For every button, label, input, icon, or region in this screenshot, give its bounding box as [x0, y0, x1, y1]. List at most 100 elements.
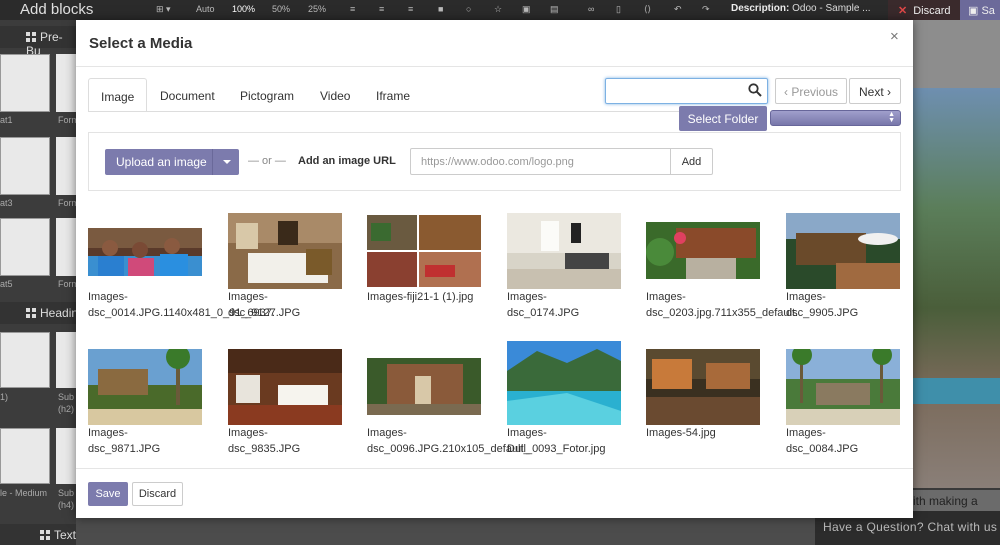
previous-page-button[interactable]: ‹ Previous	[775, 78, 847, 104]
search-icon[interactable]	[748, 83, 762, 97]
tabs-divider	[88, 111, 681, 112]
image-caption: Images-54.jpg	[646, 427, 716, 439]
snippet-label: at3	[0, 198, 13, 208]
tab-document[interactable]: Document	[148, 78, 227, 112]
upload-options-dropdown[interactable]	[212, 149, 239, 175]
grid-icon	[40, 530, 50, 540]
align-left-icon[interactable]: ≡	[350, 4, 355, 14]
image-thumbnail[interactable]	[367, 215, 481, 287]
image-icon[interactable]: ▣	[522, 4, 531, 15]
editor-discard-button[interactable]: ✕ Discard	[888, 0, 960, 20]
section-prebuilt[interactable]: Pre-Bu	[0, 26, 76, 58]
image-caption: Images-	[786, 291, 826, 303]
image-thumbnail[interactable]	[646, 222, 760, 279]
search-input[interactable]	[606, 79, 742, 103]
modal-footer: Save Discard	[76, 468, 913, 518]
grid-icon[interactable]: ⊞ ▾	[156, 4, 171, 15]
image-thumbnail[interactable]	[507, 341, 621, 425]
snippet-thumb[interactable]	[56, 218, 76, 276]
close-icon: ✕	[898, 5, 908, 17]
snippet-thumb[interactable]	[0, 54, 50, 112]
image-caption: Images-	[367, 427, 407, 439]
zoom-auto[interactable]: Auto	[196, 4, 215, 14]
image-thumbnail[interactable]	[786, 213, 900, 289]
select-folder-button[interactable]: Select Folder	[679, 106, 767, 131]
image-caption: dsc_0203.jpg.711x355_default.	[646, 307, 799, 319]
or-separator: — or —	[248, 155, 286, 167]
image-thumbnail[interactable]	[786, 349, 900, 425]
image-thumbnail[interactable]	[228, 349, 342, 425]
editor-title: Add blocks	[20, 1, 94, 18]
image-caption: dsc_9871.JPG	[88, 443, 161, 455]
snippet-thumb[interactable]	[56, 332, 76, 388]
preview-header	[913, 20, 1000, 88]
preview-photo	[913, 88, 1000, 488]
zoom-100[interactable]: 100%	[232, 4, 255, 14]
editor-toolbar: Add blocks ⊞ ▾ Auto 100% 50% 25% ≡ ≡ ≡ ■…	[0, 0, 1000, 20]
snippets-panel: Pre-Bu at1 Form at3 Form at5 Form Headin…	[0, 20, 79, 545]
seo-description[interactable]: Description: Odoo - Sample ...	[731, 3, 871, 14]
image-thumbnail[interactable]	[646, 349, 760, 425]
image-caption: dsc_9905.JPG	[786, 307, 859, 319]
align-center-icon[interactable]: ≡	[379, 4, 384, 14]
tab-iframe[interactable]: Iframe	[364, 78, 422, 112]
save-icon: ▣	[968, 5, 982, 17]
section-headings[interactable]: Headin	[0, 302, 78, 324]
description-label: Description:	[731, 3, 790, 14]
image-thumbnail[interactable]	[507, 213, 621, 289]
snippet-label: at5	[0, 279, 13, 289]
star-icon[interactable]: ☆	[494, 4, 502, 15]
snippet-label: le - Medium	[0, 488, 48, 498]
redo-icon[interactable]: ↷	[702, 4, 710, 15]
search-box[interactable]	[605, 78, 768, 104]
snippet-thumb[interactable]	[0, 332, 50, 388]
image-thumbnail[interactable]	[88, 349, 202, 425]
image-grid: Images- dsc_0014.JPG.1140x481_0_91_6937.…	[76, 205, 913, 468]
image-caption: dsc_0174.JPG	[507, 307, 580, 319]
image-caption: Images-	[88, 291, 128, 303]
modal-header: Select a Media ×	[76, 20, 913, 67]
align-right-icon[interactable]: ≡	[408, 4, 413, 14]
section-label: Text	[54, 528, 77, 542]
tab-pictogram[interactable]: Pictogram	[228, 78, 306, 112]
zoom-50[interactable]: 50%	[272, 4, 290, 14]
discard-button[interactable]: Discard	[132, 482, 183, 506]
film-icon[interactable]: ▤	[550, 4, 559, 15]
image-caption: dsc_9835.JPG	[228, 443, 301, 455]
code-icon[interactable]: ⟨⟩	[644, 4, 651, 15]
snippet-thumb[interactable]	[56, 54, 76, 112]
add-url-button[interactable]: Add	[670, 148, 713, 175]
save-button[interactable]: Save	[88, 482, 128, 506]
close-button[interactable]: ×	[890, 28, 899, 45]
square-icon[interactable]: ■	[438, 4, 443, 14]
snippet-label: Sub	[58, 488, 75, 498]
image-caption: Images-	[786, 427, 826, 439]
image-thumbnail[interactable]	[228, 213, 342, 289]
image-caption: Images-	[507, 291, 547, 303]
snippet-thumb[interactable]	[0, 137, 50, 195]
preview-pool	[913, 378, 1000, 404]
save-label: Sa	[981, 5, 995, 17]
file-icon[interactable]: ▯	[616, 4, 621, 15]
image-caption: Dull_0093_Fotor.jpg	[507, 443, 606, 455]
editor-save-button[interactable]: ▣ Sa	[960, 0, 1000, 20]
image-url-input[interactable]	[410, 148, 671, 175]
zoom-25[interactable]: 25%	[308, 4, 326, 14]
undo-icon[interactable]: ↶	[674, 4, 682, 15]
page-preview: ith making a	[913, 20, 1000, 545]
circle-icon[interactable]: ○	[466, 4, 471, 14]
tab-image[interactable]: Image	[88, 78, 148, 112]
section-text[interactable]: Text	[0, 524, 76, 545]
tab-video[interactable]: Video	[308, 78, 362, 112]
link-icon[interactable]: ∞	[588, 4, 594, 14]
image-thumbnail[interactable]	[88, 228, 202, 276]
image-thumbnail[interactable]	[367, 358, 481, 415]
snippet-thumb[interactable]	[0, 428, 50, 484]
upload-image-button[interactable]: Upload an image	[105, 149, 212, 175]
folder-dropdown[interactable]: ▲ ▼	[770, 110, 901, 126]
snippet-thumb[interactable]	[56, 428, 76, 484]
next-page-button[interactable]: Next ›	[849, 78, 901, 104]
upload-panel: Upload an image — or — Add an image URL …	[88, 132, 901, 191]
snippet-thumb[interactable]	[0, 218, 50, 276]
snippet-thumb[interactable]	[56, 137, 76, 195]
